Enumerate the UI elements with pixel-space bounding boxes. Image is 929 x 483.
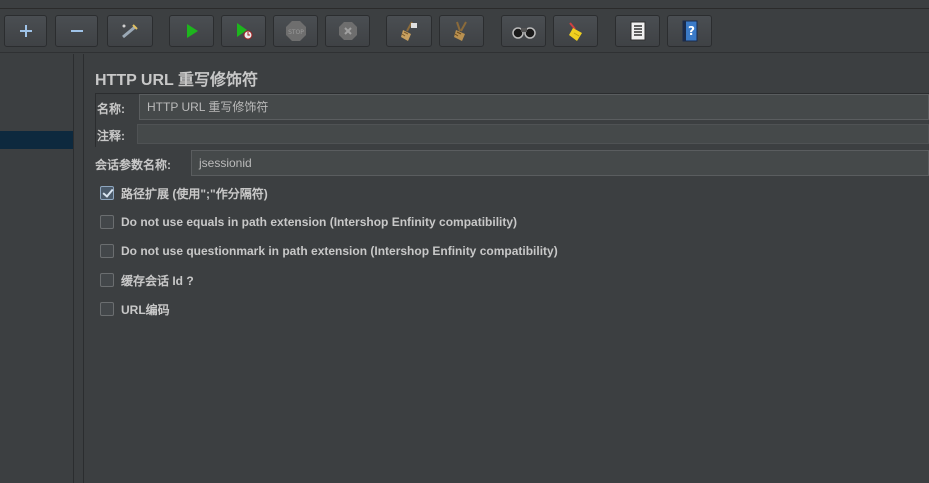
option-cache-session-id[interactable]: 缓存会话 Id ? bbox=[100, 271, 194, 289]
wand-icon bbox=[122, 24, 138, 39]
clear-search-icon bbox=[568, 22, 582, 41]
option-url-encode[interactable]: URL编码 bbox=[100, 300, 170, 318]
play-icon bbox=[186, 24, 198, 38]
test-plan-tree[interactable] bbox=[0, 54, 73, 483]
session-param-label: 会话参数名称: bbox=[95, 158, 171, 172]
session-param-field[interactable]: jsessionid bbox=[191, 150, 929, 176]
minus-icon bbox=[70, 30, 83, 32]
option-label: Do not use equals in path extension (Int… bbox=[121, 215, 518, 229]
add-button[interactable] bbox=[4, 15, 47, 47]
reset-search-button[interactable] bbox=[553, 15, 598, 47]
remove-button[interactable] bbox=[55, 15, 98, 47]
binoculars-icon bbox=[511, 27, 536, 39]
shutdown-icon bbox=[338, 22, 357, 40]
checkbox[interactable] bbox=[100, 244, 114, 258]
name-label: 名称: bbox=[97, 102, 125, 116]
help-icon: ? bbox=[682, 20, 697, 42]
toggle-button[interactable] bbox=[107, 15, 153, 47]
shutdown-button[interactable] bbox=[325, 15, 370, 47]
checkbox[interactable] bbox=[100, 186, 114, 200]
tree-selected-node[interactable] bbox=[0, 131, 73, 149]
clear-all-button[interactable] bbox=[439, 15, 484, 47]
split-pane-divider[interactable] bbox=[73, 54, 84, 483]
option-no-questionmark[interactable]: Do not use questionmark in path extensio… bbox=[100, 242, 558, 260]
option-label: 路径扩展 (使用";"作分隔符) bbox=[121, 186, 268, 201]
toolbar: STOP ? bbox=[0, 10, 929, 53]
svg-text:?: ? bbox=[688, 24, 695, 38]
list-icon bbox=[630, 21, 645, 41]
menu-strip bbox=[0, 0, 929, 9]
checkbox[interactable] bbox=[100, 302, 114, 316]
option-path-extension[interactable]: 路径扩展 (使用";"作分隔符) bbox=[100, 184, 268, 202]
svg-text:STOP: STOP bbox=[288, 29, 304, 36]
function-helper-button[interactable] bbox=[615, 15, 660, 47]
stop-icon: STOP bbox=[285, 21, 306, 41]
help-button[interactable]: ? bbox=[667, 15, 712, 47]
broom-icon bbox=[401, 21, 417, 41]
clear-button[interactable] bbox=[386, 15, 432, 47]
name-field[interactable]: HTTP URL 重写修饰符 bbox=[139, 94, 929, 120]
broom-all-icon bbox=[453, 21, 467, 41]
checkbox[interactable] bbox=[100, 215, 114, 229]
plus-icon bbox=[19, 25, 32, 37]
checkbox[interactable] bbox=[100, 273, 114, 287]
option-no-equals[interactable]: Do not use equals in path extension (Int… bbox=[100, 213, 517, 231]
comment-label: 注释: bbox=[97, 129, 125, 143]
start-button[interactable] bbox=[169, 15, 214, 47]
page-title: HTTP URL 重写修饰符 bbox=[95, 72, 258, 89]
search-button[interactable] bbox=[501, 15, 546, 47]
option-label: Do not use questionmark in path extensio… bbox=[121, 244, 558, 258]
start-no-pause-button[interactable] bbox=[221, 15, 266, 47]
option-label: 缓存会话 Id ? bbox=[121, 273, 194, 288]
stop-button[interactable]: STOP bbox=[273, 15, 318, 47]
comment-field[interactable] bbox=[137, 124, 929, 144]
option-label: URL编码 bbox=[121, 302, 170, 317]
element-panel: HTTP URL 重写修饰符 名称: HTTP URL 重写修饰符 注释: 会话… bbox=[85, 54, 929, 483]
play-timer-icon bbox=[236, 23, 252, 40]
